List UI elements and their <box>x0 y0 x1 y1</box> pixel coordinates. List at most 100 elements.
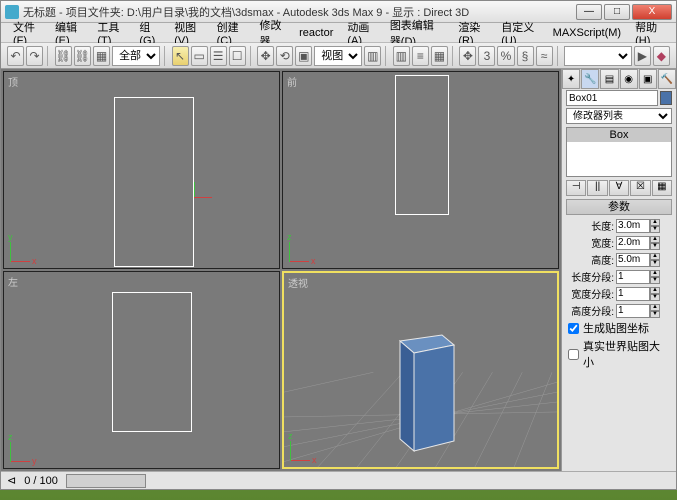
spin-down[interactable]: ▼ <box>650 260 660 267</box>
snap-button[interactable]: ✥ <box>459 46 476 66</box>
modifier-dropdown[interactable]: 修改器列表 <box>566 108 672 124</box>
spin-up[interactable]: ▲ <box>650 219 660 226</box>
play-icon[interactable]: ⊲ <box>7 474 16 487</box>
minimize-button[interactable]: — <box>576 4 602 20</box>
select-button[interactable]: ↖ <box>172 46 189 66</box>
object-name-field[interactable] <box>566 90 658 106</box>
spin-down[interactable]: ▼ <box>650 294 660 301</box>
viewports: 顶 xy 前 xz 左 yz 透视 <box>1 69 561 471</box>
spin-up[interactable]: ▲ <box>650 253 660 260</box>
main-toolbar: ↶ ↷ ⛓ ⛓ ▦ 全部 ↖ ▭ ☰ ☐ ✥ ⟲ ▣ 视图 ▥ ▥ ≡ ▦ ✥ … <box>1 43 676 69</box>
rotate-button[interactable]: ⟲ <box>276 46 293 66</box>
center-button[interactable]: ▥ <box>364 46 381 66</box>
edge-snap-button[interactable]: § <box>517 46 534 66</box>
pin-stack-button[interactable]: ⊣ <box>566 180 586 196</box>
modifier-controls: ⊣ || ∀ ☒ ▦ <box>566 180 672 196</box>
select-window-button[interactable]: ☐ <box>229 46 246 66</box>
wseg-label: 宽度分段: <box>566 286 614 301</box>
time-slider[interactable] <box>66 474 146 488</box>
separator <box>452 46 456 66</box>
spin-down[interactable]: ▼ <box>650 277 660 284</box>
height-input[interactable] <box>616 253 650 267</box>
remove-mod-button[interactable]: ☒ <box>630 180 650 196</box>
mapcoords-label: 生成贴图坐标 <box>583 320 649 336</box>
named-set-dropdown[interactable] <box>564 46 632 66</box>
percent-snap-button[interactable]: % <box>497 46 514 66</box>
link-button[interactable]: ⛓ <box>55 46 72 66</box>
bind-button[interactable]: ▦ <box>93 46 110 66</box>
move-button[interactable]: ✥ <box>257 46 274 66</box>
spin-down[interactable]: ▼ <box>650 226 660 233</box>
measure-button[interactable]: ≈ <box>536 46 553 66</box>
wseg-input[interactable] <box>616 287 650 301</box>
mapcoords-checkbox[interactable] <box>568 323 579 334</box>
spin-up[interactable]: ▲ <box>650 304 660 311</box>
hierarchy-tab[interactable]: ▤ <box>600 69 618 89</box>
redo-button[interactable]: ↷ <box>26 46 43 66</box>
lseg-input[interactable] <box>616 270 650 284</box>
render-button[interactable]: ◆ <box>653 46 670 66</box>
viewport-left[interactable]: 左 yz <box>3 271 280 469</box>
align-button[interactable]: ≡ <box>412 46 429 66</box>
unlink-button[interactable]: ⛓ <box>74 46 91 66</box>
spin-up[interactable]: ▲ <box>650 236 660 243</box>
menu-reactor[interactable]: reactor <box>293 25 339 41</box>
width-input[interactable] <box>616 236 650 250</box>
viewport-label: 左 <box>8 274 18 289</box>
modify-tab[interactable]: 🔧 <box>581 69 599 89</box>
transform-gizmo <box>179 182 209 212</box>
viewport-label: 顶 <box>8 74 18 89</box>
selection-filter-dropdown[interactable]: 全部 <box>112 46 160 66</box>
viewport-front[interactable]: 前 xz <box>282 71 559 269</box>
spin-down[interactable]: ▼ <box>650 243 660 250</box>
viewport-top[interactable]: 顶 xy <box>3 71 280 269</box>
box-object-3d <box>392 323 464 453</box>
scale-button[interactable]: ▣ <box>295 46 312 66</box>
separator <box>250 46 254 66</box>
motion-tab[interactable]: ◉ <box>620 69 638 89</box>
create-tab[interactable]: ✦ <box>562 69 580 89</box>
separator <box>385 46 389 66</box>
modifier-stack[interactable]: Box <box>566 127 672 177</box>
show-end-button[interactable]: || <box>587 180 607 196</box>
spin-down[interactable]: ▼ <box>650 311 660 318</box>
mirror-button[interactable]: ▥ <box>393 46 410 66</box>
viewport-perspective[interactable]: 透视 xz <box>282 271 559 469</box>
height-label: 高度: <box>566 252 614 267</box>
main-area: 顶 xy 前 xz 左 yz 透视 <box>1 69 676 471</box>
modifier-item[interactable]: Box <box>567 128 671 142</box>
command-panel: ✦ 🔧 ▤ ◉ ▣ 🔨 修改器列表 Box ⊣ || ∀ ☒ <box>561 69 676 471</box>
select-region-button[interactable]: ▭ <box>191 46 208 66</box>
length-input[interactable] <box>616 219 650 233</box>
lseg-label: 长度分段: <box>566 269 614 284</box>
configure-button[interactable]: ▦ <box>652 180 672 196</box>
angle-snap-button[interactable]: 3 <box>478 46 495 66</box>
display-tab[interactable]: ▣ <box>639 69 657 89</box>
make-unique-button[interactable]: ∀ <box>609 180 629 196</box>
object-color-swatch[interactable] <box>660 91 672 105</box>
separator <box>47 46 51 66</box>
select-name-button[interactable]: ☰ <box>210 46 227 66</box>
refcoord-dropdown[interactable]: 视图 <box>314 46 362 66</box>
axis-icon: yz <box>10 432 40 462</box>
axis-icon: xz <box>289 232 319 262</box>
menubar: 文件(F) 编辑(E) 工具(T) 组(G) 视图(V) 创建(C) 修改器 r… <box>1 23 676 43</box>
realworld-label: 真实世界贴图大小 <box>583 338 670 370</box>
axis-icon: xy <box>10 232 40 262</box>
spin-up[interactable]: ▲ <box>650 287 660 294</box>
object-wireframe <box>395 75 449 215</box>
utilities-tab[interactable]: 🔨 <box>658 69 676 89</box>
width-label: 宽度: <box>566 235 614 250</box>
array-button[interactable]: ▦ <box>431 46 448 66</box>
play-button[interactable]: ▶ <box>634 46 651 66</box>
realworld-checkbox[interactable] <box>568 349 579 360</box>
params-header[interactable]: 参数 <box>566 199 672 215</box>
undo-button[interactable]: ↶ <box>7 46 24 66</box>
hseg-input[interactable] <box>616 304 650 318</box>
spin-up[interactable]: ▲ <box>650 270 660 277</box>
maximize-button[interactable]: □ <box>604 4 630 20</box>
object-wireframe <box>112 292 192 432</box>
separator <box>557 46 561 66</box>
menu-maxscript[interactable]: MAXScript(M) <box>547 25 627 41</box>
statusbar: ⊲ 0 / 100 <box>1 471 676 489</box>
